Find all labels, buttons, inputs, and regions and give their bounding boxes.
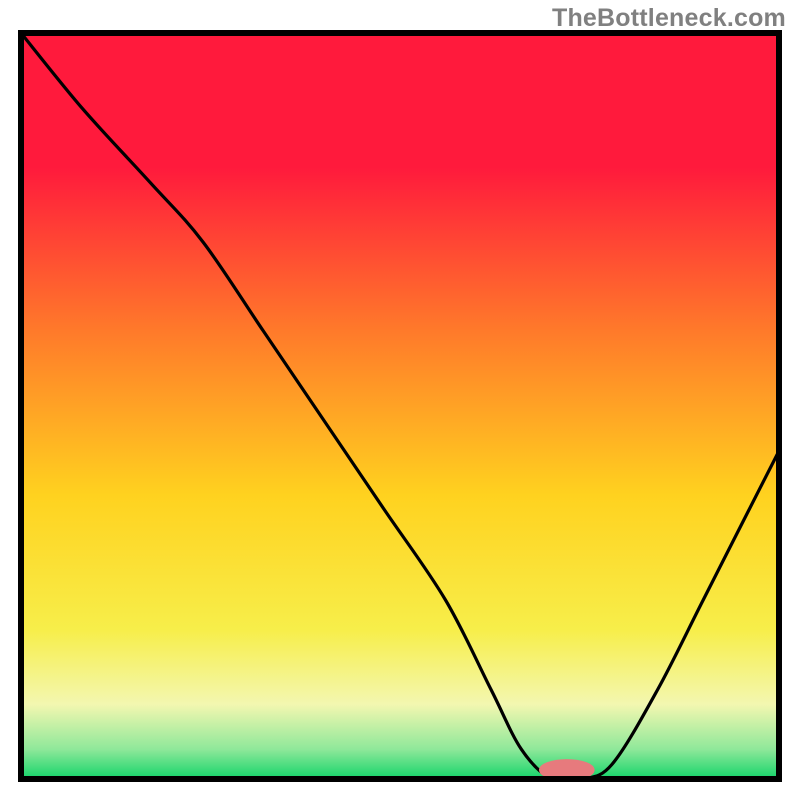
plot-background <box>21 33 779 779</box>
chart-stage: TheBottleneck.com <box>0 0 800 800</box>
watermark-text: TheBottleneck.com <box>552 4 786 33</box>
bottleneck-chart <box>0 0 800 800</box>
